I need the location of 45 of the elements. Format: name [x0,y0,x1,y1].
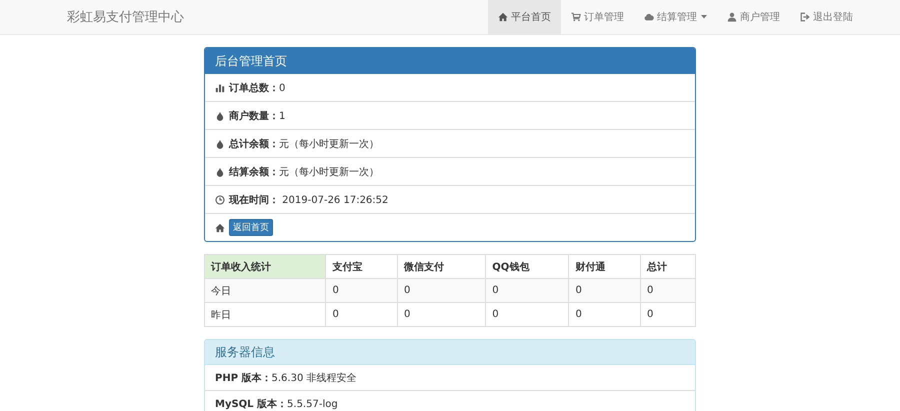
home-icon [215,222,225,232]
table-cell: 0 [326,302,398,326]
cloud-icon [644,12,654,22]
nav-item[interactable]: 平台首页 [488,0,561,34]
clock-icon [215,194,225,204]
column-header: 订单收入统计 [204,254,326,278]
info-text: MySQL 版本：5.5.57-log [215,398,338,410]
table-cell: 0 [398,278,486,302]
table-cell: 0 [486,302,569,326]
table-cell: 0 [486,278,569,302]
user-icon [727,12,737,22]
nav-item[interactable]: 退出登陆 [790,0,863,34]
table-cell: 0 [640,302,696,326]
drop-icon [215,166,225,176]
nav-item[interactable]: 订单管理 [561,0,634,34]
info-text: 订单总数：0 [229,82,286,94]
column-header: 支付宝 [326,254,398,278]
table-cell: 今日 [204,278,326,302]
column-header: 微信支付 [398,254,486,278]
table-cell: 0 [640,278,696,302]
info-text: PHP 版本：5.6.30 非线程安全 [215,372,357,384]
table-cell: 昨日 [204,302,326,326]
column-header: 总计 [640,254,696,278]
home-icon [498,12,508,22]
brand-title[interactable]: 彩虹易支付管理中心 [67,8,184,26]
home-button[interactable]: 返回首页 [229,219,273,236]
nav-item[interactable]: 结算管理 [634,0,717,34]
column-header: 财付通 [568,254,641,278]
table-cell: 0 [398,302,486,326]
table-cell: 0 [568,278,641,302]
cart-icon [571,12,581,22]
table-cell: 0 [326,278,398,302]
info-text: 现在时间： 2019-07-26 17:26:52 [229,194,388,206]
drop-icon [215,110,225,120]
info-text: 商户数量：1 [229,109,286,122]
info-text: 结算余额：元（每小时更新一次） [229,165,379,178]
bar-chart-icon [215,82,225,92]
table-cell: 0 [568,302,641,326]
column-header: QQ钱包 [486,254,569,278]
panel-heading: 后台管理首页 [205,48,695,74]
logout-icon [800,12,810,22]
drop-icon [215,138,225,148]
panel-heading: 服务器信息 [205,340,695,365]
info-text: 总计余额：元（每小时更新一次） [229,137,379,150]
nav-item[interactable]: 商户管理 [717,0,790,34]
